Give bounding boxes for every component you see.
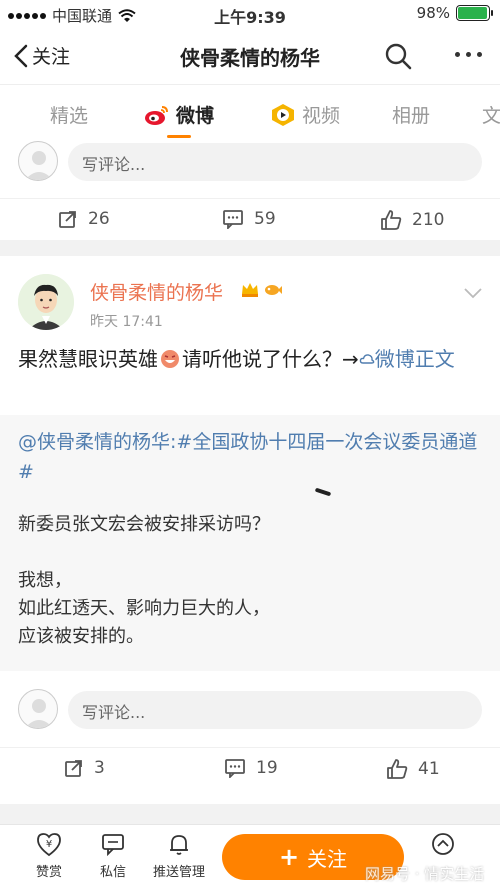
repost-button[interactable]: 3 bbox=[64, 758, 105, 778]
repost-button[interactable]: 26 bbox=[58, 209, 110, 229]
crown-badge-icon bbox=[242, 283, 258, 297]
nav-bar: 关注 侠骨柔情的杨华 bbox=[0, 28, 500, 84]
page-title: 侠骨柔情的杨华 bbox=[180, 46, 320, 70]
tab-label: 相册 bbox=[392, 105, 431, 127]
link-icon bbox=[359, 354, 375, 364]
repost-header[interactable]: @侠骨柔情的杨华:#全国政协十四届一次会议委员通道# bbox=[18, 427, 488, 487]
more-dot-icon bbox=[466, 52, 471, 57]
action-bar: 26 59 210 bbox=[0, 198, 500, 238]
search-icon bbox=[385, 43, 412, 70]
reward-label: 赞赏 bbox=[35, 865, 62, 880]
comment-count: 19 bbox=[256, 758, 278, 778]
like-button[interactable]: 41 bbox=[386, 758, 440, 780]
tab-label: 视频 bbox=[302, 105, 341, 127]
repost-count: 26 bbox=[88, 209, 110, 229]
active-tab-indicator bbox=[167, 135, 191, 138]
thumbs-up-icon bbox=[381, 210, 402, 230]
battery-percent: 98% bbox=[416, 4, 450, 22]
profile-tabs: 精选 微博 视频 相册 文 bbox=[0, 84, 500, 140]
reward-icon: ¥ bbox=[37, 833, 61, 857]
author-name[interactable]: 侠骨柔情的杨华 bbox=[90, 278, 223, 305]
svg-text:¥: ¥ bbox=[46, 839, 52, 850]
reposted-content[interactable]: @侠骨柔情的杨华:#全国政协十四届一次会议委员通道# 新委员张文宏会被安排采访吗… bbox=[0, 415, 500, 671]
push-manage-button[interactable]: 推送管理 bbox=[144, 831, 214, 880]
watermark: 网易号 · 情实生活 bbox=[365, 865, 485, 883]
post-menu-button[interactable] bbox=[464, 284, 482, 303]
more-button[interactable] bbox=[455, 52, 482, 57]
post-text-part: 请听他说了什么？→ bbox=[182, 347, 359, 371]
comment-row: 写评论... bbox=[18, 141, 482, 181]
previous-post-footer: 写评论... 26 59 210 bbox=[0, 140, 500, 240]
tab-article[interactable]: 文 bbox=[482, 101, 500, 128]
post-text-part: 果然慧眼识英雄 bbox=[18, 347, 158, 371]
tab-video[interactable]: 视频 bbox=[270, 101, 340, 128]
more-dot-icon bbox=[477, 52, 482, 57]
tab-label: 微博 bbox=[176, 105, 215, 127]
message-label: 私信 bbox=[99, 865, 126, 880]
tab-featured[interactable]: 精选 bbox=[50, 101, 88, 128]
repost-count: 3 bbox=[94, 758, 105, 778]
comment-count: 59 bbox=[254, 209, 276, 229]
user-avatar-placeholder-icon bbox=[18, 689, 58, 729]
chevron-down-icon bbox=[464, 288, 482, 299]
thumbs-up-icon bbox=[387, 759, 408, 779]
chevron-up-circle-icon bbox=[432, 833, 454, 855]
comment-button[interactable]: 59 bbox=[222, 209, 276, 229]
message-button[interactable]: 私信 bbox=[78, 831, 148, 880]
like-count: 210 bbox=[412, 210, 445, 230]
message-icon bbox=[102, 834, 124, 857]
repost-icon bbox=[65, 760, 82, 777]
comment-row: 写评论... bbox=[18, 689, 482, 729]
comment-icon bbox=[223, 210, 243, 229]
bottom-toolbar: ¥ 赞赏 私信 推送管理 + 关注 网易号 · 情实生活 bbox=[0, 824, 500, 889]
search-button[interactable] bbox=[384, 42, 412, 74]
post-footer: 写评论... 3 19 41 bbox=[0, 671, 500, 804]
video-icon bbox=[272, 103, 294, 126]
comment-icon bbox=[225, 759, 245, 778]
bell-icon bbox=[170, 835, 188, 855]
tab-weibo[interactable]: 微博 bbox=[144, 101, 214, 128]
like-count: 41 bbox=[418, 759, 440, 779]
battery-icon bbox=[456, 5, 493, 21]
comment-input[interactable]: 写评论... bbox=[68, 143, 482, 181]
more-dot-icon bbox=[455, 52, 460, 57]
user-badges bbox=[240, 280, 283, 298]
comment-button[interactable]: 19 bbox=[224, 758, 278, 778]
tab-label: 精选 bbox=[50, 105, 89, 127]
tab-album[interactable]: 相册 bbox=[392, 101, 430, 128]
user-avatar-placeholder-icon bbox=[18, 141, 58, 181]
full-post-link-label: 微博正文 bbox=[374, 347, 455, 371]
like-button[interactable]: 210 bbox=[380, 209, 444, 231]
plus-icon: + bbox=[278, 843, 300, 871]
battery-fill bbox=[458, 7, 488, 19]
follow-label: 关注 bbox=[307, 846, 348, 871]
status-bar: 中国联通 上午9:39 98% bbox=[0, 0, 500, 28]
post-text: 果然慧眼识英雄 请听他说了什么？→ 微博正文 bbox=[18, 344, 488, 375]
push-manage-label: 推送管理 bbox=[152, 865, 205, 880]
action-bar: 3 19 41 bbox=[0, 747, 500, 787]
back-to-top-button[interactable] bbox=[408, 831, 478, 861]
fish-badge-icon bbox=[265, 285, 282, 295]
laughing-emoji-icon bbox=[161, 350, 179, 368]
comment-input[interactable]: 写评论... bbox=[68, 691, 482, 729]
weibo-logo-icon bbox=[145, 105, 168, 125]
repost-body: 新委员张文宏会被安排采访吗？ 我想， 如此红透天、影响力巨大的人， 应该被安排的… bbox=[18, 514, 270, 647]
full-post-link[interactable]: 微博正文 bbox=[359, 347, 455, 371]
post-time: 昨天 17:41 bbox=[90, 314, 163, 330]
repost-icon bbox=[59, 211, 76, 228]
reward-button[interactable]: ¥ 赞赏 bbox=[14, 831, 84, 880]
author-avatar[interactable] bbox=[18, 274, 74, 330]
tab-label: 文 bbox=[482, 105, 500, 127]
